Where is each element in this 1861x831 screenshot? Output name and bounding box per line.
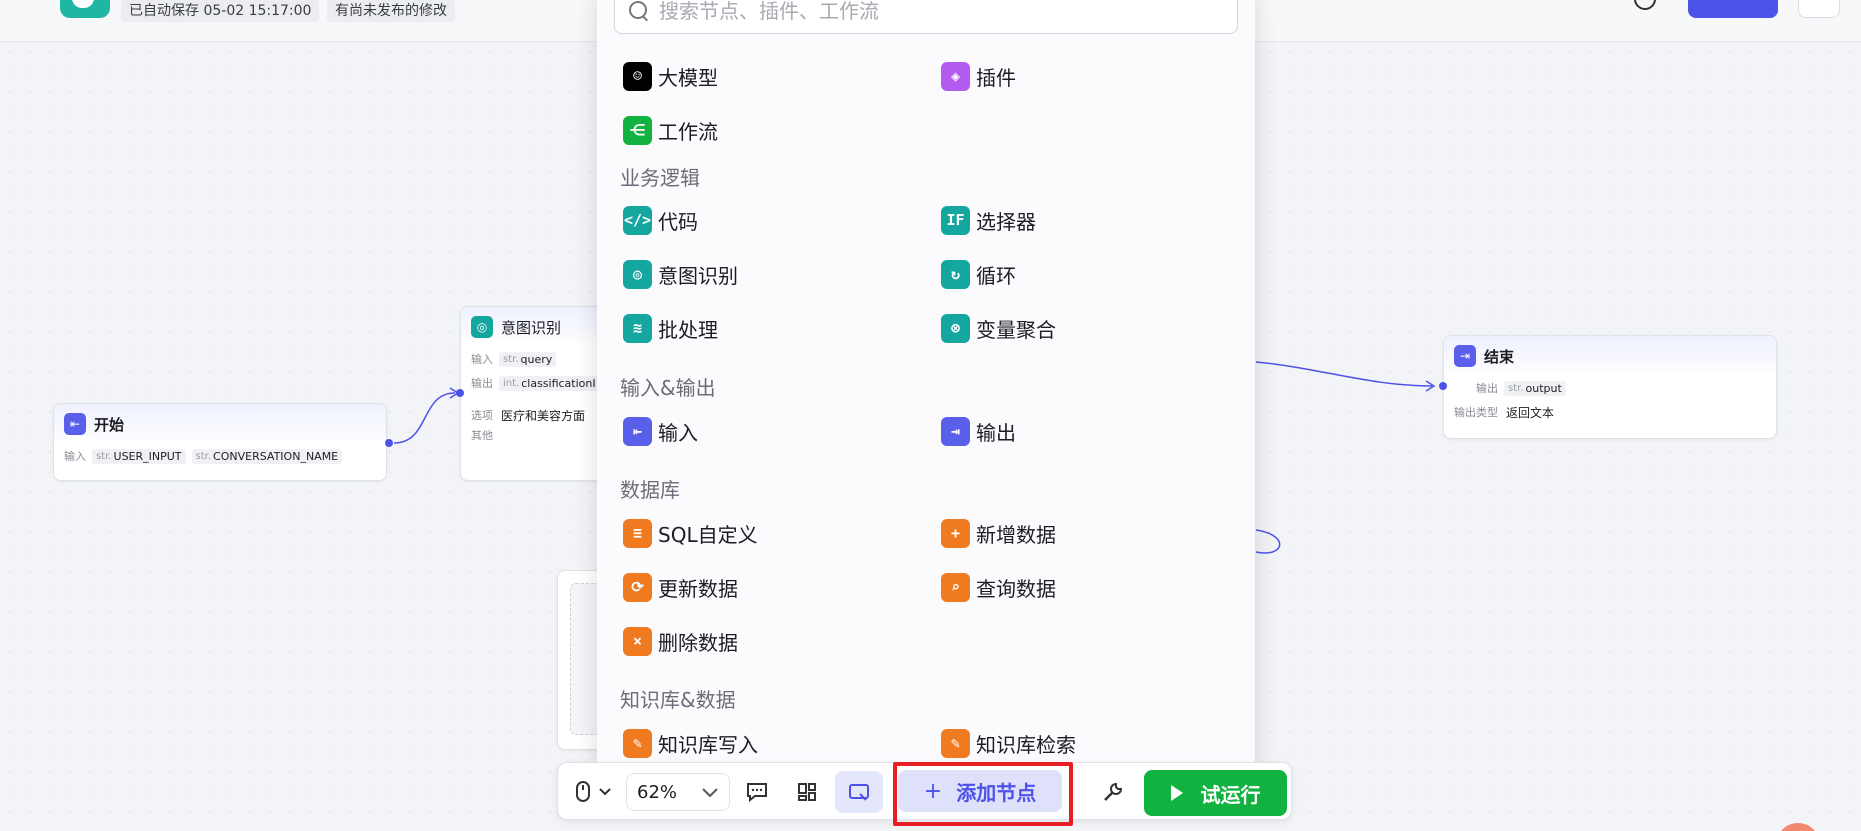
node-item-db-delete[interactable]: × 删除数据	[623, 625, 738, 657]
node-item-variable-merge[interactable]: ⊗ 变量聚合	[941, 312, 1056, 344]
minimap-icon	[849, 784, 869, 801]
node-item-knowledge-write[interactable]: ✎ 知识库写入	[623, 727, 758, 759]
end-input-port[interactable]	[1439, 382, 1447, 390]
node-item-workflow[interactable]: ⋲ 工作流	[623, 114, 718, 146]
node-item-db-add[interactable]: + 新增数据	[941, 517, 1056, 549]
edge-loop	[1255, 529, 1281, 554]
edge-to-end	[1255, 361, 1433, 387]
start-output-port[interactable]	[385, 439, 393, 447]
end-node[interactable]: ⇥ 结束 输出 str. output 输出类型 返回文本	[1443, 335, 1777, 439]
workflow-icon: ⋲	[623, 115, 652, 145]
input-icon: ⇤	[623, 416, 652, 446]
intent-option-row: 选项 医疗和美容方面	[471, 408, 586, 423]
node-item-db-query[interactable]: ⌕ 查询数据	[941, 571, 1056, 603]
intent-icon: ◎	[623, 259, 652, 289]
play-icon	[1170, 785, 1183, 801]
node-item-plugin[interactable]: ◈ 插件	[941, 60, 1016, 92]
node-item-knowledge-search[interactable]: ✎ 知识库检索	[941, 727, 1076, 759]
comment-icon	[747, 783, 767, 802]
intent-node-title: 意图识别	[501, 318, 562, 337]
more-button[interactable]	[1798, 0, 1840, 18]
llm-icon: ☺	[623, 61, 652, 91]
intent-node-header: ◎ 意图识别	[461, 307, 619, 347]
plugin-icon: ◈	[941, 61, 970, 91]
node-item-batch[interactable]: ≋ 批处理	[623, 312, 718, 344]
publish-button[interactable]	[1688, 0, 1778, 18]
knowledge-search-icon: ✎	[941, 728, 970, 758]
debug-button[interactable]	[1098, 777, 1128, 807]
batch-icon: ≋	[623, 313, 652, 343]
mouse-mode-button[interactable]	[572, 777, 616, 807]
test-run-label: 试运行	[1200, 782, 1261, 807]
end-node-title: 结束	[1484, 347, 1515, 366]
end-node-header: ⇥ 结束	[1444, 336, 1776, 376]
node-item-db-update[interactable]: ⟳ 更新数据	[623, 571, 738, 603]
zoom-select[interactable]: 62%	[626, 773, 730, 811]
comment-button[interactable]	[742, 777, 772, 807]
node-item-intent[interactable]: ◎ 意图识别	[623, 258, 738, 290]
intent-other-row: 其他	[471, 429, 493, 442]
minimap-button[interactable]	[835, 771, 883, 813]
end-output-row: 输出 str. output	[1444, 376, 1776, 400]
database-delete-icon: ×	[623, 626, 652, 656]
app-logo[interactable]	[60, 0, 110, 18]
layout-button[interactable]	[792, 777, 822, 807]
node-item-input[interactable]: ⇤ 输入	[623, 415, 698, 447]
highlight-box	[893, 762, 1073, 826]
autosave-status: 已自动保存 05-02 15:17:00	[121, 0, 320, 22]
zoom-value: 62%	[637, 781, 678, 803]
help-icon[interactable]	[1634, 0, 1656, 10]
start-node-inputs: 输入 str. USER_INPUT str. CONVERSATION_NAME	[54, 444, 386, 468]
param-tag: str. CONVERSATION_NAME	[191, 448, 343, 464]
intent-input-row: 输入 str. query	[461, 347, 619, 371]
intent-input-port[interactable]	[456, 389, 464, 397]
node-search-input[interactable]	[659, 0, 1219, 23]
knowledge-write-icon: ✎	[623, 728, 652, 758]
node-item-loop[interactable]: ↻ 循环	[941, 258, 1016, 290]
node-item-sql[interactable]: ≡ SQL自定义	[623, 517, 758, 549]
node-search-box[interactable]	[614, 0, 1238, 34]
wrench-icon	[1104, 782, 1123, 801]
loop-icon: ↻	[941, 259, 970, 289]
node-item-selector[interactable]: IF 选择器	[941, 204, 1036, 236]
intent-output-row: 输出 int. classificationI	[461, 371, 619, 395]
start-icon: ⇤	[64, 413, 86, 435]
section-input-output: 输入&输出	[620, 376, 716, 400]
section-database: 数据库	[620, 478, 680, 502]
start-node-title: 开始	[94, 415, 125, 434]
intent-node[interactable]: ◎ 意图识别 输入 str. query 输出 int. classificatio…	[460, 306, 620, 481]
section-knowledge: 知识库&数据	[620, 688, 736, 712]
layout-icon	[798, 783, 816, 801]
start-node-header: ⇤ 开始	[54, 404, 386, 444]
start-node[interactable]: ⇤ 开始 输入 str. USER_INPUT str. CONVERSATION_…	[53, 403, 387, 481]
intent-icon: ◎	[471, 316, 493, 338]
output-icon: ⇥	[941, 416, 970, 446]
database-query-icon: ⌕	[941, 572, 970, 602]
chevron-down-icon	[702, 788, 718, 798]
param-tag: str. USER_INPUT	[92, 448, 186, 464]
end-icon: ⇥	[1454, 345, 1476, 367]
node-picker-panel: ☺ 大模型 ◈ 插件 ⋲ 工作流 业务逻辑 </> 代码 IF 选择器 ◎ 意图…	[597, 0, 1255, 772]
database-add-icon: +	[941, 518, 970, 548]
unpublished-badge: 有尚未发布的修改	[327, 0, 455, 22]
if-icon: IF	[941, 205, 970, 235]
search-icon	[629, 1, 649, 21]
sql-icon: ≡	[623, 518, 652, 548]
code-icon: </>	[623, 205, 652, 235]
edge-start-intent	[393, 392, 456, 444]
node-item-code[interactable]: </> 代码	[623, 204, 698, 236]
test-run-button[interactable]: 试运行	[1144, 770, 1287, 816]
variable-merge-icon: ⊗	[941, 313, 970, 343]
database-update-icon: ⟳	[623, 572, 652, 602]
node-item-output[interactable]: ⇥ 输出	[941, 415, 1016, 447]
start-input-label: 输入	[64, 450, 86, 463]
node-item-llm[interactable]: ☺ 大模型	[623, 60, 718, 92]
mouse-icon	[576, 781, 611, 802]
end-output-type-row: 输出类型 返回文本	[1454, 405, 1555, 420]
section-business-logic: 业务逻辑	[620, 166, 700, 190]
